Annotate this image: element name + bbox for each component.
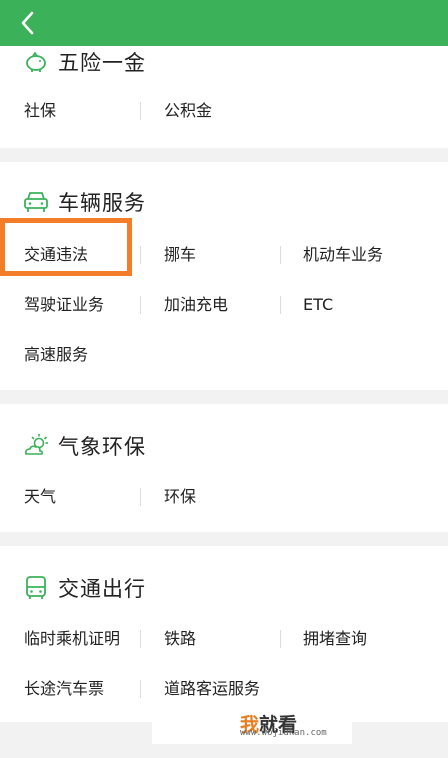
service-item[interactable]: 铁路 bbox=[164, 628, 196, 650]
section-title-text: 车辆服务 bbox=[58, 191, 146, 215]
piggy-bank-icon bbox=[26, 51, 46, 72]
service-item[interactable]: 机动车业务 bbox=[303, 244, 383, 266]
section-transit: 交通出行 临时乘机证明 铁路 拥堵查询 长途汽车票 道路客运服务 bbox=[0, 546, 448, 722]
watermark: 我就看 bbox=[152, 704, 352, 744]
service-item[interactable]: 道路客运服务 bbox=[164, 678, 260, 700]
service-item[interactable]: 公积金 bbox=[164, 100, 212, 122]
section-title-vehicle: 车辆服务 bbox=[22, 186, 146, 218]
service-item[interactable]: 加油充电 bbox=[164, 294, 228, 316]
section-title-text: 五险一金 bbox=[58, 51, 146, 75]
divider bbox=[140, 680, 141, 698]
section-title-weather: 气象环保 bbox=[22, 430, 146, 462]
service-item[interactable]: 临时乘机证明 bbox=[24, 628, 120, 650]
section-title-transit: 交通出行 bbox=[22, 572, 146, 604]
section-weather: 气象环保 天气 环保 bbox=[0, 404, 448, 532]
sun-cloud-icon bbox=[25, 434, 48, 455]
car-icon bbox=[24, 192, 48, 212]
highlight-box bbox=[0, 218, 132, 276]
top-bar bbox=[0, 0, 448, 46]
divider bbox=[280, 246, 281, 264]
service-item[interactable]: 天气 bbox=[24, 486, 56, 508]
bus-icon bbox=[26, 576, 46, 599]
divider bbox=[280, 296, 281, 314]
divider bbox=[140, 488, 141, 506]
service-item[interactable]: 高速服务 bbox=[24, 344, 88, 366]
service-item[interactable]: 拥堵查询 bbox=[303, 628, 367, 650]
section-vehicle: 车辆服务 交通违法 挪车 机动车业务 驾驶证业务 加油充电 ETC 高速服务 bbox=[0, 162, 448, 390]
section-title-insurance: 五险一金 bbox=[22, 46, 146, 78]
section-title-text: 气象环保 bbox=[58, 435, 146, 459]
service-item[interactable]: ETC bbox=[303, 294, 333, 316]
watermark-url: www.wojiukan.com bbox=[240, 728, 327, 738]
divider bbox=[140, 102, 141, 120]
service-item[interactable]: 挪车 bbox=[164, 244, 196, 266]
section-title-text: 交通出行 bbox=[58, 577, 146, 601]
service-item[interactable]: 环保 bbox=[164, 486, 196, 508]
divider bbox=[140, 296, 141, 314]
divider bbox=[140, 630, 141, 648]
service-item[interactable]: 长途汽车票 bbox=[24, 678, 104, 700]
chevron-left-icon[interactable] bbox=[16, 9, 40, 37]
divider bbox=[280, 630, 281, 648]
section-insurance: 五险一金 社保 公积金 bbox=[0, 46, 448, 148]
service-item[interactable]: 社保 bbox=[24, 100, 56, 122]
service-item[interactable]: 驾驶证业务 bbox=[24, 294, 104, 316]
divider bbox=[140, 246, 141, 264]
